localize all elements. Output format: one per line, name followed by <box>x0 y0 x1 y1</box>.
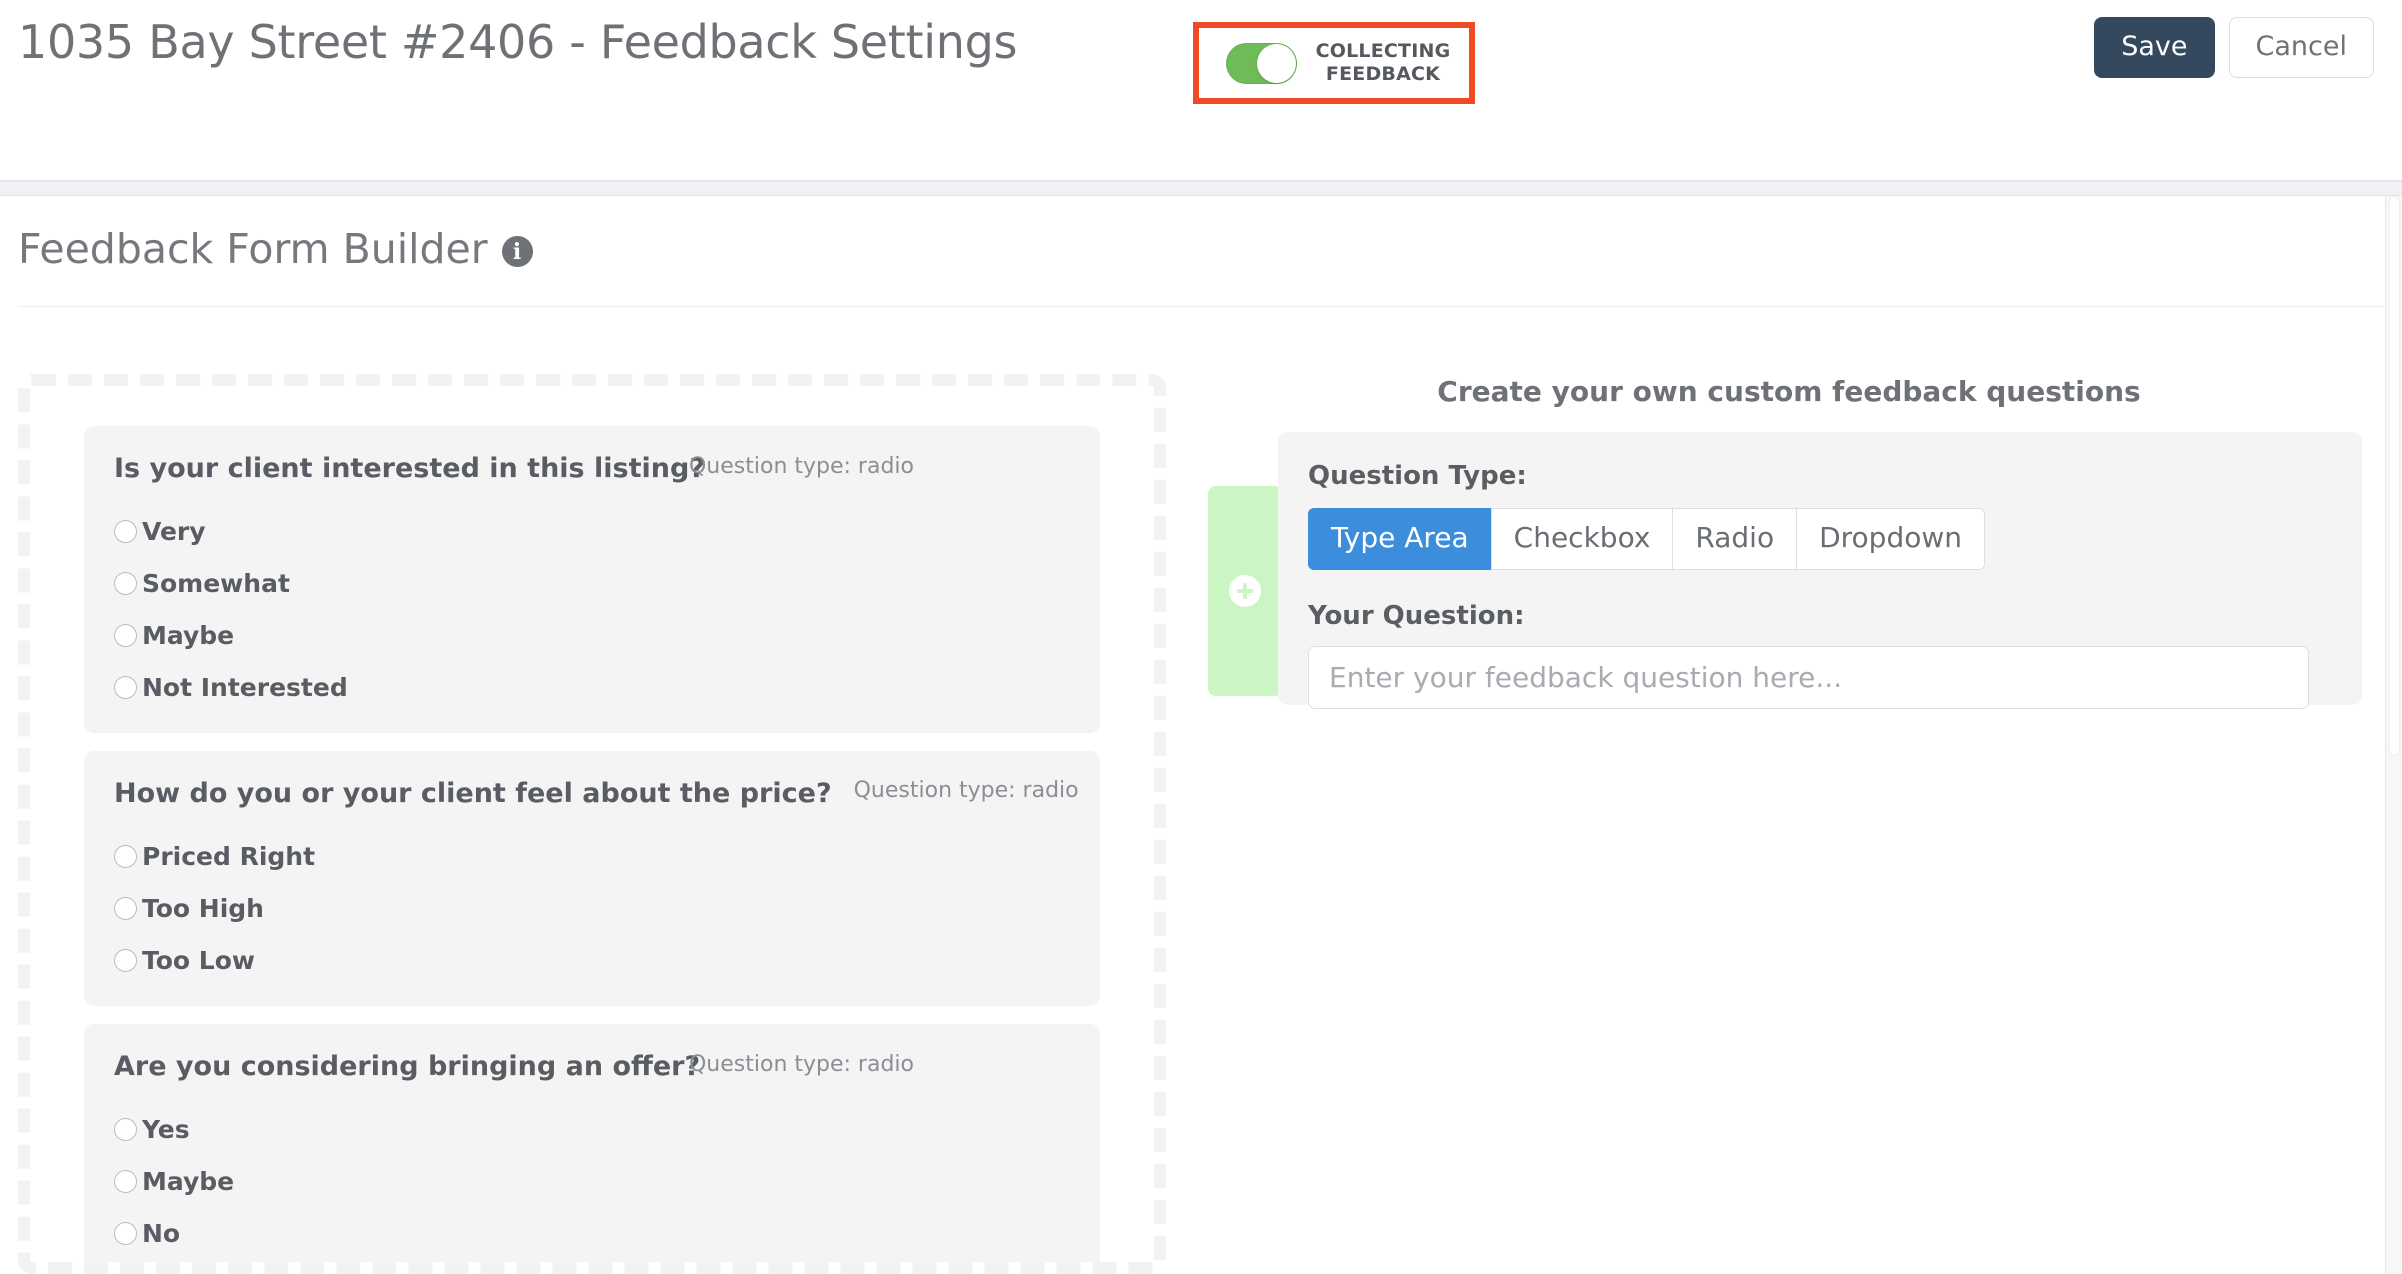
header-actions: Save Cancel <box>2094 17 2374 78</box>
radio-icon[interactable] <box>114 1118 137 1141</box>
question-type-button-group: Type Area Checkbox Radio Dropdown <box>1308 508 2332 570</box>
option-label: Priced Right <box>142 842 316 871</box>
option-label: No <box>142 1219 181 1248</box>
builder-heading: Feedback Form Builder i <box>18 224 533 274</box>
question-title: Are you considering bringing an offer? <box>114 1051 701 1082</box>
option-row[interactable]: Priced Right <box>114 841 1070 872</box>
option-row[interactable]: Too Low <box>114 945 1070 976</box>
type-button-radio[interactable]: Radio <box>1672 508 1797 570</box>
main-content: Feedback Form Builder i Is your client i… <box>0 196 2402 1274</box>
scrollbar-thumb[interactable] <box>2389 196 2400 756</box>
vertical-scrollbar[interactable] <box>2385 196 2402 1274</box>
option-row[interactable]: No <box>114 1218 1070 1249</box>
question-card-header: Is your client interested in this listin… <box>114 452 1070 486</box>
question-type-label: Question type: radio <box>688 454 914 479</box>
custom-question-input[interactable] <box>1308 646 2309 709</box>
option-label: Not Interested <box>142 673 348 702</box>
custom-panel-heading: Create your own custom feedback question… <box>1437 375 2141 408</box>
question-title: How do you or your client feel about the… <box>114 778 832 809</box>
question-options: Yes Maybe No <box>114 1114 1070 1249</box>
radio-icon[interactable] <box>114 1222 137 1245</box>
question-card[interactable]: Is your client interested in this listin… <box>84 426 1100 733</box>
option-row[interactable]: Too High <box>114 893 1070 924</box>
type-button-dropdown[interactable]: Dropdown <box>1796 508 1986 570</box>
radio-icon[interactable] <box>114 845 137 868</box>
type-button-checkbox[interactable]: Checkbox <box>1490 508 1673 570</box>
save-button[interactable]: Save <box>2094 17 2215 78</box>
option-label: Too Low <box>142 946 255 975</box>
option-row[interactable]: Somewhat <box>114 568 1070 599</box>
radio-icon[interactable] <box>114 949 137 972</box>
question-card[interactable]: How do you or your client feel about the… <box>84 751 1100 1006</box>
builder-title: Feedback Form Builder <box>18 225 488 273</box>
collecting-feedback-toggle[interactable]: COLLECTING FEEDBACK <box>1193 22 1475 104</box>
option-row[interactable]: Yes <box>114 1114 1070 1145</box>
radio-icon[interactable] <box>114 676 137 699</box>
page-title: 1035 Bay Street #2406 - Feedback Setting… <box>18 15 1018 69</box>
option-row[interactable]: Not Interested <box>114 672 1070 703</box>
option-label: Yes <box>142 1115 190 1144</box>
cancel-button[interactable]: Cancel <box>2228 17 2374 78</box>
section-divider <box>18 306 2384 307</box>
header-separator-band <box>0 181 2402 196</box>
option-label: Maybe <box>142 621 235 650</box>
type-button-type-area[interactable]: Type Area <box>1308 508 1491 570</box>
option-row[interactable]: Maybe <box>114 1166 1070 1197</box>
page-header: 1035 Bay Street #2406 - Feedback Setting… <box>0 0 2402 181</box>
custom-question-panel: Create your own custom feedback question… <box>1190 374 2380 709</box>
toggle-label: COLLECTING FEEDBACK <box>1315 40 1451 85</box>
radio-icon[interactable] <box>114 572 137 595</box>
question-title: Is your client interested in this listin… <box>114 453 705 484</box>
custom-question-form: Question Type: Type Area Checkbox Radio … <box>1278 432 2362 709</box>
question-type-label: Question type: radio <box>688 1052 914 1077</box>
option-label: Maybe <box>142 1167 235 1196</box>
question-type-field-label: Question Type: <box>1308 461 1527 491</box>
question-options: Priced Right Too High Too Low <box>114 841 1070 976</box>
plus-circle-icon <box>1229 575 1261 607</box>
option-label: Very <box>142 517 206 546</box>
radio-icon[interactable] <box>114 1170 137 1193</box>
question-card[interactable]: Are you considering bringing an offer? Q… <box>84 1024 1100 1262</box>
toggle-switch-track[interactable] <box>1226 42 1297 84</box>
option-row[interactable]: Maybe <box>114 620 1070 651</box>
radio-icon[interactable] <box>114 624 137 647</box>
question-options: Very Somewhat Maybe Not Interested <box>114 516 1070 703</box>
question-card-header: How do you or your client feel about the… <box>114 777 1079 811</box>
radio-icon[interactable] <box>114 520 137 543</box>
info-icon[interactable]: i <box>501 236 533 267</box>
your-question-field-label: Your Question: <box>1308 601 1525 631</box>
question-dropzone[interactable]: Is your client interested in this listin… <box>18 374 1166 1274</box>
option-label: Too High <box>142 894 264 923</box>
question-card-header: Are you considering bringing an offer? Q… <box>114 1050 1070 1084</box>
radio-icon[interactable] <box>114 897 137 920</box>
question-type-label: Question type: radio <box>853 778 1079 803</box>
option-label: Somewhat <box>142 569 290 598</box>
option-row[interactable]: Very <box>114 516 1070 547</box>
toggle-switch-knob <box>1257 43 1296 83</box>
add-question-button[interactable] <box>1208 486 1282 696</box>
